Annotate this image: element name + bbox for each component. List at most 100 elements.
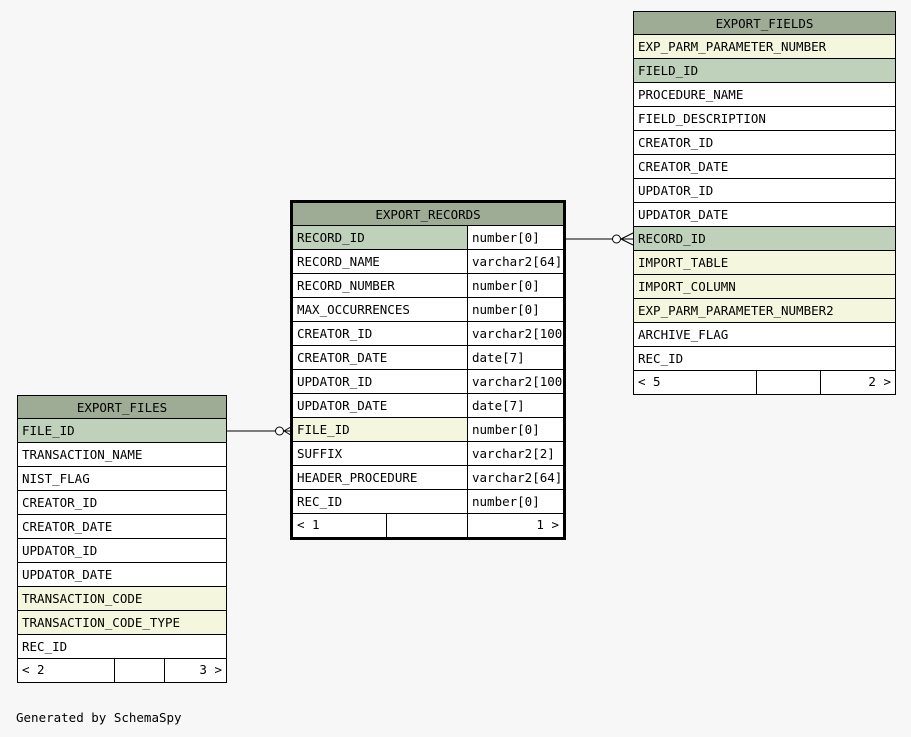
column-row[interactable]: UPDATOR_DATE xyxy=(18,563,226,587)
column-name: RECORD_ID xyxy=(297,230,365,245)
column-name: PROCEDURE_NAME xyxy=(638,87,744,102)
column-name: FILE_ID xyxy=(297,422,350,437)
column-row[interactable]: FIELD_DESCRIPTION xyxy=(634,107,895,131)
column-row[interactable]: UPDATOR_ID varchar2[100] xyxy=(293,370,563,394)
footer-middle xyxy=(756,371,820,394)
column-name: FIELD_DESCRIPTION xyxy=(638,111,766,126)
table-export-records[interactable]: EXPORT_RECORDS RECORD_ID number[0] RECORD_… xyxy=(290,200,566,540)
relationship-files-records xyxy=(227,424,295,438)
table-export-fields[interactable]: EXPORT_FIELDS EXP_PARM_PARAMETER_NUMBER F… xyxy=(633,11,896,395)
column-row[interactable]: EXP_PARM_PARAMETER_NUMBER xyxy=(634,35,895,59)
footer-middle xyxy=(114,659,164,682)
column-row[interactable]: SUFFIX varchar2[2] xyxy=(293,442,563,466)
column-type: number[0] xyxy=(467,226,563,249)
column-name: IMPORT_COLUMN xyxy=(638,279,736,294)
column-type: number[0] xyxy=(467,274,563,297)
column-name: CREATOR_DATE xyxy=(22,519,113,534)
column-type: number[0] xyxy=(467,490,563,513)
column-row[interactable]: CREATOR_DATE xyxy=(18,515,226,539)
column-row[interactable]: PROCEDURE_NAME xyxy=(634,83,895,107)
column-name: RECORD_ID xyxy=(638,231,706,246)
column-type: number[0] xyxy=(467,298,563,321)
children-count[interactable]: 2 > xyxy=(820,371,895,394)
column-row[interactable]: ARCHIVE_FLAG xyxy=(634,323,895,347)
column-row[interactable]: MAX_OCCURRENCES number[0] xyxy=(293,298,563,322)
column-name: HEADER_PROCEDURE xyxy=(297,470,418,485)
column-name: REC_ID xyxy=(638,351,684,366)
column-row[interactable]: RECORD_NUMBER number[0] xyxy=(293,274,563,298)
column-name: UPDATOR_ID xyxy=(297,374,373,389)
table-export-files[interactable]: EXPORT_FILES FILE_ID TRANSACTION_NAME NIST… xyxy=(17,395,227,683)
column-name: EXP_PARM_PARAMETER_NUMBER2 xyxy=(638,303,834,318)
column-row[interactable]: NIST_FLAG xyxy=(18,467,226,491)
column-type: varchar2[64] xyxy=(467,250,563,273)
column-name: TRANSACTION_CODE xyxy=(22,591,143,606)
column-name: CREATOR_ID xyxy=(638,135,714,150)
column-row[interactable]: FILE_ID number[0] xyxy=(293,418,563,442)
column-row[interactable]: RECORD_ID xyxy=(634,227,895,251)
column-name: EXP_PARM_PARAMETER_NUMBER xyxy=(638,39,827,54)
column-name: FILE_ID xyxy=(22,423,75,438)
column-row[interactable]: UPDATOR_DATE date[7] xyxy=(293,394,563,418)
generated-by-note: Generated by SchemaSpy xyxy=(16,710,182,725)
column-row[interactable]: UPDATOR_ID xyxy=(634,179,895,203)
column-name: RECORD_NAME xyxy=(297,254,380,269)
column-type: date[7] xyxy=(467,394,563,417)
column-name: CREATOR_DATE xyxy=(297,350,388,365)
column-type: varchar2[100] xyxy=(467,322,563,345)
column-row[interactable]: EXP_PARM_PARAMETER_NUMBER2 xyxy=(634,299,895,323)
column-row[interactable]: REC_ID xyxy=(634,347,895,371)
column-name: SUFFIX xyxy=(297,446,343,461)
column-name: UPDATOR_DATE xyxy=(297,398,388,413)
column-name: UPDATOR_DATE xyxy=(638,207,729,222)
column-row[interactable]: CREATOR_ID xyxy=(18,491,226,515)
children-count[interactable]: 3 > xyxy=(164,659,226,682)
column-type: varchar2[64] xyxy=(467,466,563,489)
column-name: RECORD_NUMBER xyxy=(297,278,395,293)
column-name: TRANSACTION_CODE_TYPE xyxy=(22,615,181,630)
column-row[interactable]: RECORD_NAME varchar2[64] xyxy=(293,250,563,274)
column-row[interactable]: REC_ID xyxy=(18,635,226,659)
column-name: CREATOR_DATE xyxy=(638,159,729,174)
parents-count[interactable]: < 5 xyxy=(634,371,756,394)
table-title[interactable]: EXPORT_FIELDS xyxy=(634,12,895,35)
parents-count[interactable]: < 1 xyxy=(293,514,386,537)
table-footer: < 1 1 > xyxy=(293,514,563,537)
table-footer: < 2 3 > xyxy=(18,659,226,682)
column-row[interactable]: REC_ID number[0] xyxy=(293,490,563,514)
column-row[interactable]: RECORD_ID number[0] xyxy=(293,226,563,250)
column-name: REC_ID xyxy=(297,494,343,509)
column-name: FIELD_ID xyxy=(638,63,699,78)
column-type: number[0] xyxy=(467,418,563,441)
column-row[interactable]: CREATOR_DATE date[7] xyxy=(293,346,563,370)
table-footer: < 5 2 > xyxy=(634,371,895,394)
column-name: MAX_OCCURRENCES xyxy=(297,302,410,317)
column-row[interactable]: TRANSACTION_CODE xyxy=(18,587,226,611)
column-name: UPDATOR_ID xyxy=(638,183,714,198)
table-title[interactable]: EXPORT_FILES xyxy=(18,396,226,419)
column-type: varchar2[100] xyxy=(467,370,563,393)
column-row[interactable]: TRANSACTION_NAME xyxy=(18,443,226,467)
column-row[interactable]: FIELD_ID xyxy=(634,59,895,83)
children-count[interactable]: 1 > xyxy=(467,514,563,537)
column-name: UPDATOR_ID xyxy=(22,543,98,558)
column-row[interactable]: IMPORT_COLUMN xyxy=(634,275,895,299)
column-row[interactable]: FILE_ID xyxy=(18,419,226,443)
column-row[interactable]: CREATOR_DATE xyxy=(634,155,895,179)
column-row[interactable]: UPDATOR_DATE xyxy=(634,203,895,227)
column-row[interactable]: CREATOR_ID varchar2[100] xyxy=(293,322,563,346)
column-name: NIST_FLAG xyxy=(22,471,90,486)
table-title[interactable]: EXPORT_RECORDS xyxy=(293,203,563,226)
column-row[interactable]: TRANSACTION_CODE_TYPE xyxy=(18,611,226,635)
column-row[interactable]: IMPORT_TABLE xyxy=(634,251,895,275)
column-name: ARCHIVE_FLAG xyxy=(638,327,729,342)
parents-count[interactable]: < 2 xyxy=(18,659,114,682)
er-diagram: EXPORT_FIELDS EXP_PARM_PARAMETER_NUMBER F… xyxy=(0,0,911,737)
column-row[interactable]: HEADER_PROCEDURE varchar2[64] xyxy=(293,466,563,490)
column-row[interactable]: UPDATOR_ID xyxy=(18,539,226,563)
relationship-records-fields xyxy=(565,232,634,246)
column-row[interactable]: CREATOR_ID xyxy=(634,131,895,155)
column-name: CREATOR_ID xyxy=(297,326,373,341)
column-type: varchar2[2] xyxy=(467,442,563,465)
footer-middle xyxy=(386,514,467,537)
